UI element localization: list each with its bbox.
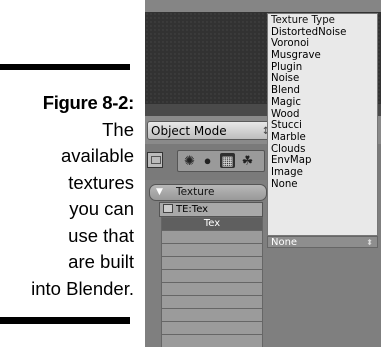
menu-item-marble[interactable]: Marble <box>268 132 377 144</box>
texture-channel[interactable] <box>161 244 263 257</box>
shading-context-group: ✺ ● ▦ ☘ <box>177 150 265 172</box>
texture-channel[interactable] <box>161 257 263 270</box>
menu-item-stucci[interactable]: Stucci <box>268 120 377 132</box>
texture-context-icon[interactable]: ▦ <box>220 153 235 168</box>
menu-item-image[interactable]: Image <box>268 167 377 179</box>
caption-line: use that <box>68 224 134 246</box>
menu-item-blend[interactable]: Blend <box>268 85 377 97</box>
menu-item-envmap[interactable]: EnvMap <box>268 155 377 167</box>
texture-panel-tab[interactable]: ▼ Texture <box>149 184 267 201</box>
window-type-icon[interactable] <box>147 152 163 168</box>
datablock-name: TE:Tex <box>176 204 209 215</box>
caption-line: you can <box>69 198 134 219</box>
caption-bottom-rule <box>0 317 130 324</box>
menu-item-musgrave[interactable]: Musgrave <box>268 50 377 62</box>
texture-channel[interactable] <box>161 283 263 296</box>
texture-channel[interactable] <box>161 322 263 335</box>
world-context-icon[interactable]: ☘ <box>240 153 255 168</box>
texture-type-value: None <box>271 237 298 248</box>
texture-channel[interactable] <box>161 270 263 283</box>
menu-item-magic[interactable]: Magic <box>268 97 377 109</box>
blender-screenshot: Object Mode ↕ ✺ ● ▦ ☘ ▼ Texture TE:Tex T… <box>145 0 381 347</box>
menu-item-wood[interactable]: Wood <box>268 109 377 121</box>
texture-type-menu: Texture Type DistortedNoise Voronoi Musg… <box>267 13 378 236</box>
viewport-header-strip <box>145 0 381 12</box>
material-context-icon[interactable]: ● <box>200 153 215 168</box>
figure-caption: Figure 8-2: The available textures you c… <box>0 90 134 302</box>
caption-line: textures <box>68 171 134 193</box>
texture-channel[interactable]: Tex <box>161 217 263 231</box>
caption-line: available <box>60 145 134 166</box>
updown-arrows-icon: ⬍ <box>366 238 373 247</box>
menu-item-distortednoise[interactable]: DistortedNoise <box>268 27 377 39</box>
caption-top-rule <box>0 64 130 70</box>
mode-select-label: Object Mode <box>151 124 227 138</box>
caption-line: The <box>102 118 134 140</box>
texture-channel[interactable] <box>161 335 263 347</box>
browse-icon[interactable] <box>163 204 173 213</box>
texture-channel[interactable] <box>161 231 263 244</box>
texture-channel[interactable] <box>161 309 263 322</box>
object-mode-select[interactable]: Object Mode ↕ <box>147 121 275 140</box>
menu-item-noise[interactable]: Noise <box>268 73 377 85</box>
lamp-context-icon[interactable]: ✺ <box>182 153 197 168</box>
caption-line: into Blender. <box>31 277 134 299</box>
caption-line: are built <box>68 251 134 272</box>
menu-item-clouds[interactable]: Clouds <box>268 144 377 156</box>
texture-channel[interactable] <box>161 296 263 309</box>
collapse-triangle-icon: ▼ <box>156 187 163 197</box>
texture-type-select[interactable]: None ⬍ <box>267 236 378 248</box>
texture-datablock-field[interactable]: TE:Tex <box>159 202 263 217</box>
menu-item-voronoi[interactable]: Voronoi <box>268 38 377 50</box>
menu-title: Texture Type <box>271 15 335 26</box>
menu-item-none[interactable]: None <box>268 179 377 191</box>
menu-item-plugin[interactable]: Plugin <box>268 62 377 74</box>
texture-tab-label: Texture <box>176 186 215 198</box>
figure-number: Figure 8-2: <box>42 92 135 113</box>
texture-channel-list: Tex <box>161 217 263 347</box>
